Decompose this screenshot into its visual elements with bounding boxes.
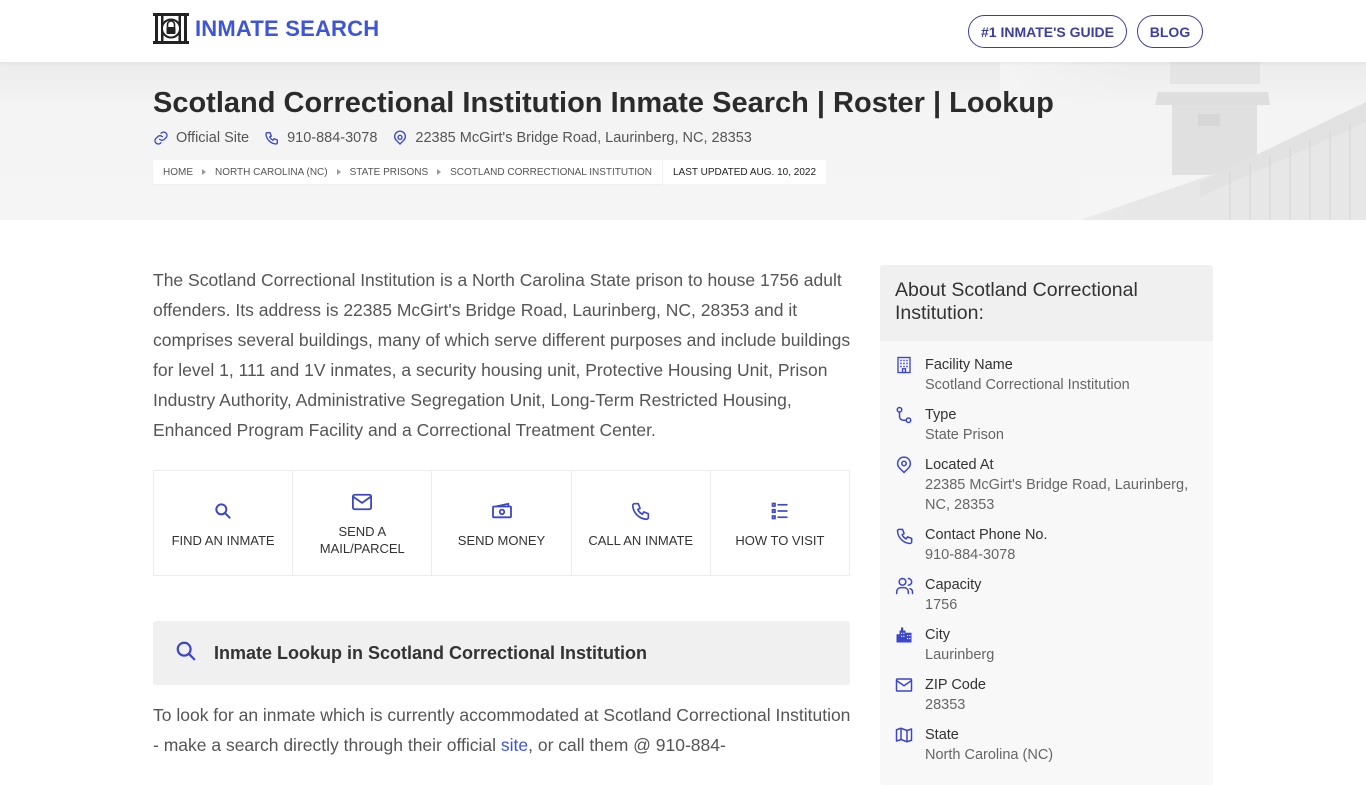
lookup-text-after: , or call them @ 910-884- bbox=[528, 735, 726, 755]
breadcrumb-separator-icon bbox=[437, 169, 442, 175]
info-contact-phone: Contact Phone No. 910-884-3078 bbox=[880, 525, 1213, 565]
mail-icon bbox=[351, 489, 373, 515]
location-pin-icon bbox=[895, 455, 925, 515]
info-label: ZIP Code bbox=[925, 677, 986, 693]
facility-info-list: Facility Name Scotland Correctional Inst… bbox=[880, 341, 1213, 765]
location-pin-icon bbox=[394, 130, 407, 145]
breadcrumb-separator-icon bbox=[202, 169, 206, 175]
info-value: Laurinberg bbox=[925, 647, 995, 663]
info-type: Type State Prison bbox=[880, 405, 1213, 445]
info-value: 22385 McGirt's Bridge Road, Laurinberg, … bbox=[925, 477, 1189, 513]
link-icon bbox=[154, 131, 168, 145]
find-inmate-label: FIND AN INMATE bbox=[171, 532, 275, 548]
site-logo[interactable]: INMATE SEARCH bbox=[153, 13, 379, 44]
phone-icon bbox=[895, 525, 925, 565]
info-city: City Laurinberg bbox=[880, 625, 1213, 665]
info-label: Facility Name bbox=[925, 357, 1013, 373]
info-value: 910-884-3078 bbox=[925, 547, 1016, 563]
nav-blog-button[interactable]: BLOG bbox=[1137, 15, 1203, 48]
phone-icon bbox=[630, 498, 652, 524]
money-icon bbox=[491, 498, 513, 524]
top-navigation-bar: INMATE SEARCH #1 INMATE'S GUIDE BLOG bbox=[0, 0, 1366, 62]
mail-icon bbox=[895, 675, 925, 715]
map-icon bbox=[895, 725, 925, 765]
phone-link[interactable]: 910-884-3078 bbox=[264, 130, 377, 146]
list-icon bbox=[770, 498, 790, 524]
how-to-visit-label: HOW TO VISIT bbox=[735, 532, 825, 548]
intro-paragraph: The Scotland Correctional Institution is… bbox=[153, 270, 851, 440]
send-mail-button[interactable]: SEND A MAIL/PARCEL bbox=[293, 471, 433, 575]
prison-tower-background-image bbox=[1000, 62, 1366, 220]
info-value: 28353 bbox=[925, 697, 966, 713]
send-mail-label: SEND A MAIL/PARCEL bbox=[319, 524, 405, 556]
address-item: 22385 McGirt's Bridge Road, Laurinberg, … bbox=[392, 130, 752, 146]
info-located-at: Located At 22385 McGirt's Bridge Road, L… bbox=[880, 455, 1213, 515]
breadcrumb-current-facility[interactable]: SCOTLAND CORRECTIONAL INSTITUTION bbox=[450, 167, 652, 178]
inmate-lookup-title: Inmate Lookup in Scotland Correctional I… bbox=[214, 642, 648, 663]
inmate-lookup-section-header: Inmate Lookup in Scotland Correctional I… bbox=[153, 621, 850, 685]
search-icon bbox=[175, 640, 197, 666]
page-title: Scotland Correctional Institution Inmate… bbox=[153, 87, 1054, 119]
last-updated-badge: LAST UPDATED AUG. 10, 2022 bbox=[663, 160, 827, 184]
phone-number: 910-884-3078 bbox=[287, 130, 378, 146]
official-site-link[interactable]: Official Site bbox=[153, 130, 249, 146]
action-tiles: FIND AN INMATE SEND A MAIL/PARCEL SEND M… bbox=[153, 470, 850, 576]
lookup-paragraph: To look for an inmate which is currently… bbox=[153, 700, 853, 760]
info-state: State North Carolina (NC) bbox=[880, 725, 1213, 765]
hero-banner: Scotland Correctional Institution Inmate… bbox=[0, 62, 1366, 220]
how-to-visit-button[interactable]: HOW TO VISIT bbox=[711, 471, 849, 575]
info-label: State bbox=[925, 727, 959, 743]
breadcrumb-home[interactable]: HOME bbox=[163, 167, 193, 178]
find-inmate-button[interactable]: FIND AN INMATE bbox=[154, 471, 294, 575]
jail-lock-icon bbox=[153, 13, 189, 44]
send-money-label: SEND MONEY bbox=[457, 532, 546, 548]
address-text: 22385 McGirt's Bridge Road, Laurinberg, … bbox=[415, 130, 752, 146]
city-icon bbox=[895, 625, 925, 665]
logo-text: INMATE SEARCH bbox=[195, 15, 380, 41]
info-label: Type bbox=[925, 407, 957, 423]
building-icon bbox=[895, 355, 925, 395]
call-inmate-label: CALL AN INMATE bbox=[588, 532, 694, 548]
info-value: Scotland Correctional Institution bbox=[925, 377, 1130, 393]
info-zip-code: ZIP Code 28353 bbox=[880, 675, 1213, 715]
phone-icon bbox=[265, 132, 279, 145]
info-value: 1756 bbox=[925, 597, 958, 613]
official-site-inline-link[interactable]: site bbox=[501, 735, 528, 755]
breadcrumb-separator-icon bbox=[336, 169, 341, 175]
send-money-button[interactable]: SEND MONEY bbox=[432, 471, 572, 575]
about-facility-title: About Scotland Correctional Institution: bbox=[880, 265, 1213, 341]
breadcrumb-state-prisons[interactable]: STATE PRISONS bbox=[350, 167, 429, 178]
call-inmate-button[interactable]: CALL AN INMATE bbox=[572, 471, 711, 575]
route-icon bbox=[895, 405, 925, 445]
breadcrumb: HOME NORTH CAROLINA (NC) STATE PRISONS S… bbox=[153, 160, 663, 184]
official-site-label: Official Site bbox=[176, 130, 250, 146]
users-icon bbox=[895, 575, 925, 615]
info-label: Located At bbox=[925, 457, 994, 473]
about-facility-card: About Scotland Correctional Institution:… bbox=[880, 265, 1213, 785]
breadcrumb-north-carolina[interactable]: NORTH CAROLINA (NC) bbox=[215, 167, 328, 178]
info-label: Contact Phone No. bbox=[925, 527, 1048, 543]
search-icon bbox=[213, 498, 233, 524]
facility-meta-row: Official Site 910-884-3078 22385 McGirt'… bbox=[153, 130, 767, 146]
nav-inmates-guide-button[interactable]: #1 INMATE'S GUIDE bbox=[968, 15, 1127, 48]
info-value: North Carolina (NC) bbox=[925, 747, 1054, 763]
info-facility-name: Facility Name Scotland Correctional Inst… bbox=[880, 355, 1213, 395]
info-capacity: Capacity 1756 bbox=[880, 575, 1213, 615]
info-value: State Prison bbox=[925, 427, 1004, 443]
info-label: City bbox=[925, 627, 950, 643]
info-label: Capacity bbox=[925, 577, 982, 593]
